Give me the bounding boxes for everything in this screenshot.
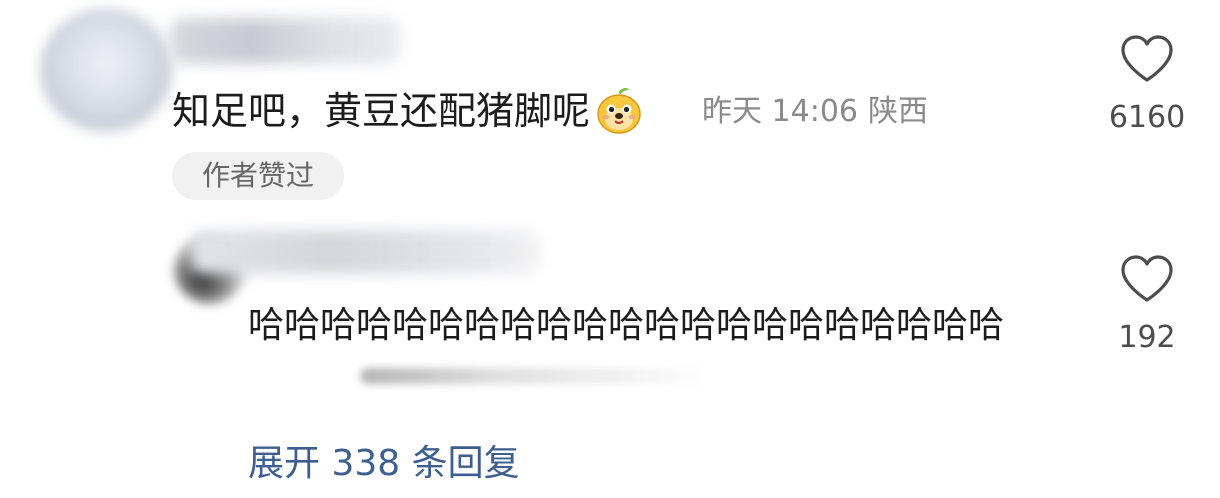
reply-username[interactable]	[190, 230, 540, 274]
avatar[interactable]	[40, 8, 172, 132]
comment-location: 陕西	[868, 94, 928, 129]
like-button[interactable]: 6160	[1092, 34, 1202, 136]
author-liked-badge: 作者赞过	[172, 152, 344, 200]
comment-time: 昨天 14:06	[702, 94, 858, 129]
reply-text: 哈哈哈哈哈哈哈哈哈哈哈哈哈哈哈哈哈哈哈哈哈	[248, 305, 1005, 346]
comment-body: 知足吧，黄豆还配猪脚呢	[172, 86, 644, 136]
doge-face-sticker-icon	[594, 86, 644, 136]
like-count: 6160	[1108, 100, 1186, 135]
expand-replies-link[interactable]: 展开 338 条回复	[248, 440, 520, 488]
redaction-smudge	[360, 368, 710, 384]
username[interactable]	[170, 18, 400, 64]
heart-icon[interactable]	[1119, 34, 1175, 84]
comment-text: 知足吧，黄豆还配猪脚呢	[172, 89, 591, 133]
reply-like-button[interactable]: 192	[1092, 254, 1202, 356]
heart-icon[interactable]	[1119, 254, 1175, 304]
comment-meta: 昨天 14:06 陕西	[702, 92, 928, 132]
reply-like-count: 192	[1118, 320, 1176, 355]
